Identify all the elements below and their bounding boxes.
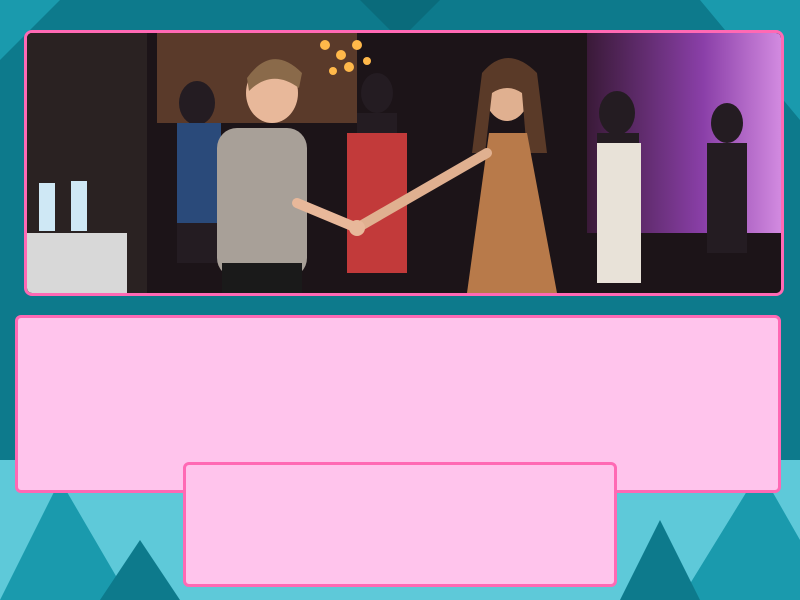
dance-photo-image (27, 33, 781, 293)
answer-box[interactable] (183, 462, 617, 587)
answer-text (186, 465, 614, 493)
question-text (18, 318, 778, 346)
dance-photo (24, 30, 784, 296)
